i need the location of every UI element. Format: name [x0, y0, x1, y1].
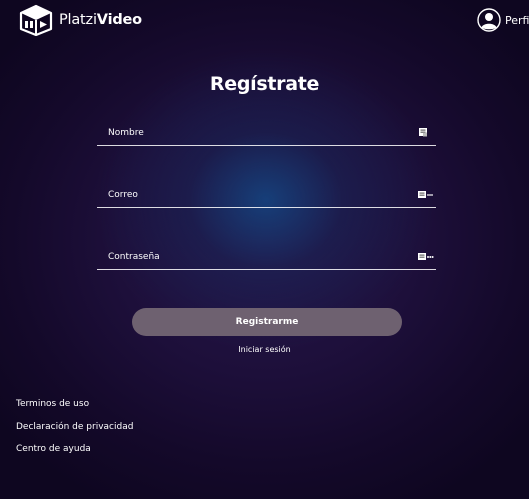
- logo-text: PlatziVideo: [59, 12, 142, 28]
- terms-link[interactable]: Terminos de uso: [16, 399, 89, 409]
- user-avatar-icon: [477, 8, 501, 32]
- name-card-icon: [419, 128, 427, 137]
- name-field: [97, 121, 436, 146]
- email-field: [97, 183, 436, 208]
- logo-text-light: Platzi: [59, 11, 97, 28]
- header: PlatziVideo Perfil: [0, 0, 529, 40]
- password-input[interactable]: [97, 245, 436, 269]
- password-key-icon: [418, 253, 434, 260]
- email-icon: [418, 191, 433, 198]
- password-field: [97, 245, 436, 270]
- logo-mark-icon: [19, 4, 53, 36]
- email-input[interactable]: [97, 183, 436, 207]
- page-title: Regístrate: [209, 73, 320, 95]
- privacy-link[interactable]: Declaración de privacidad: [16, 422, 133, 432]
- register-button[interactable]: Registrarme: [132, 308, 402, 336]
- logo-text-bold: Video: [96, 11, 142, 28]
- profile-label: Perfil: [505, 13, 529, 27]
- profile-menu[interactable]: Perfil: [477, 8, 529, 32]
- logo[interactable]: PlatziVideo: [19, 3, 142, 36]
- login-link[interactable]: Iniciar sesión: [0, 345, 529, 354]
- name-input[interactable]: [97, 121, 436, 145]
- help-center-link[interactable]: Centro de ayuda: [16, 444, 91, 454]
